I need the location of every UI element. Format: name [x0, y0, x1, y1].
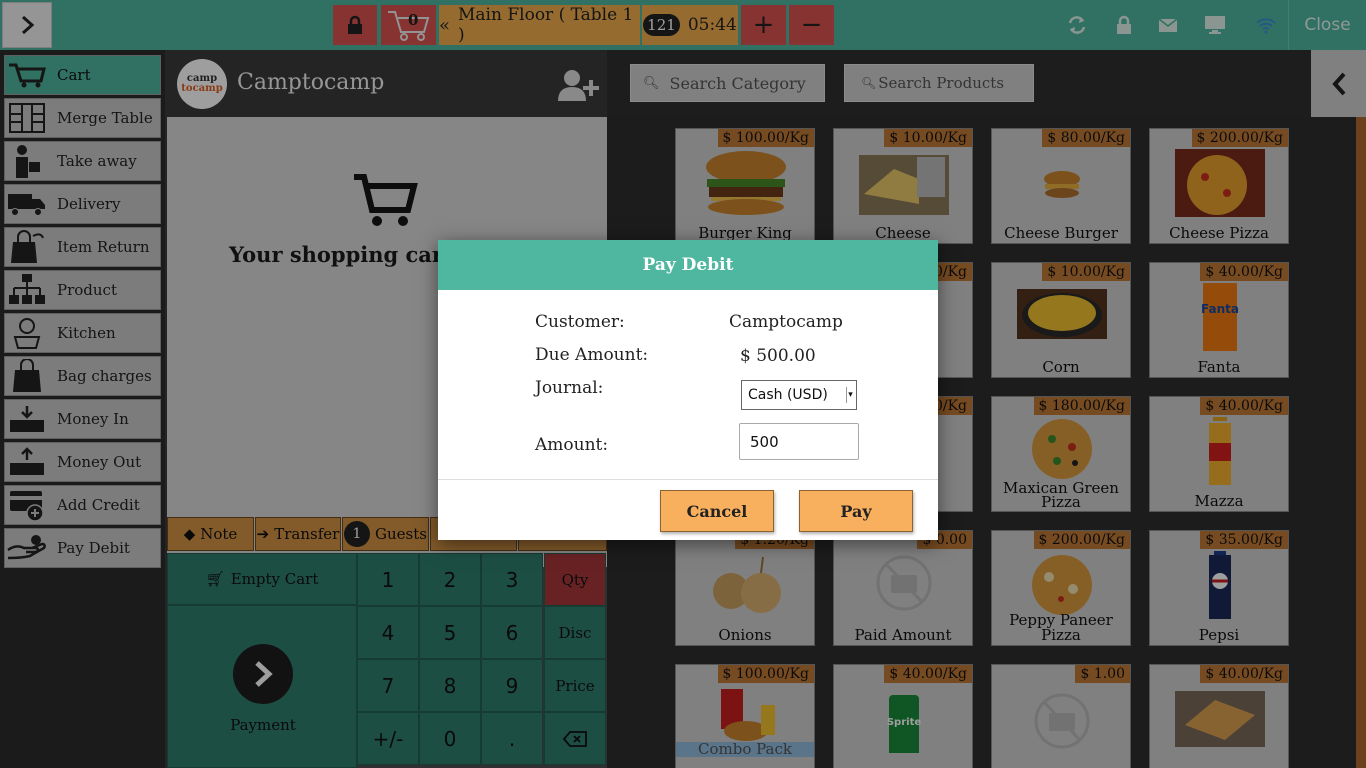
dialog-title: Pay Debit [438, 240, 938, 290]
customer-value: Camptocamp [729, 312, 843, 332]
cancel-button[interactable]: Cancel [660, 490, 774, 532]
dialog-divider [438, 479, 938, 480]
journal-select[interactable]: Cash (USD) ▾ [741, 380, 857, 410]
journal-selected-value: Cash (USD) [748, 387, 828, 403]
amount-label: Amount: [535, 435, 609, 455]
dropdown-arrow-icon: ▾ [846, 387, 854, 403]
pay-debit-dialog: Pay Debit Customer: Camptocamp Due Amoun… [438, 240, 938, 540]
journal-label: Journal: [535, 378, 604, 398]
customer-label: Customer: [535, 312, 625, 332]
amount-input[interactable] [739, 423, 859, 460]
due-amount-value: $ 500.00 [740, 346, 816, 366]
pay-button[interactable]: Pay [799, 490, 913, 532]
due-amount-label: Due Amount: [535, 345, 649, 365]
